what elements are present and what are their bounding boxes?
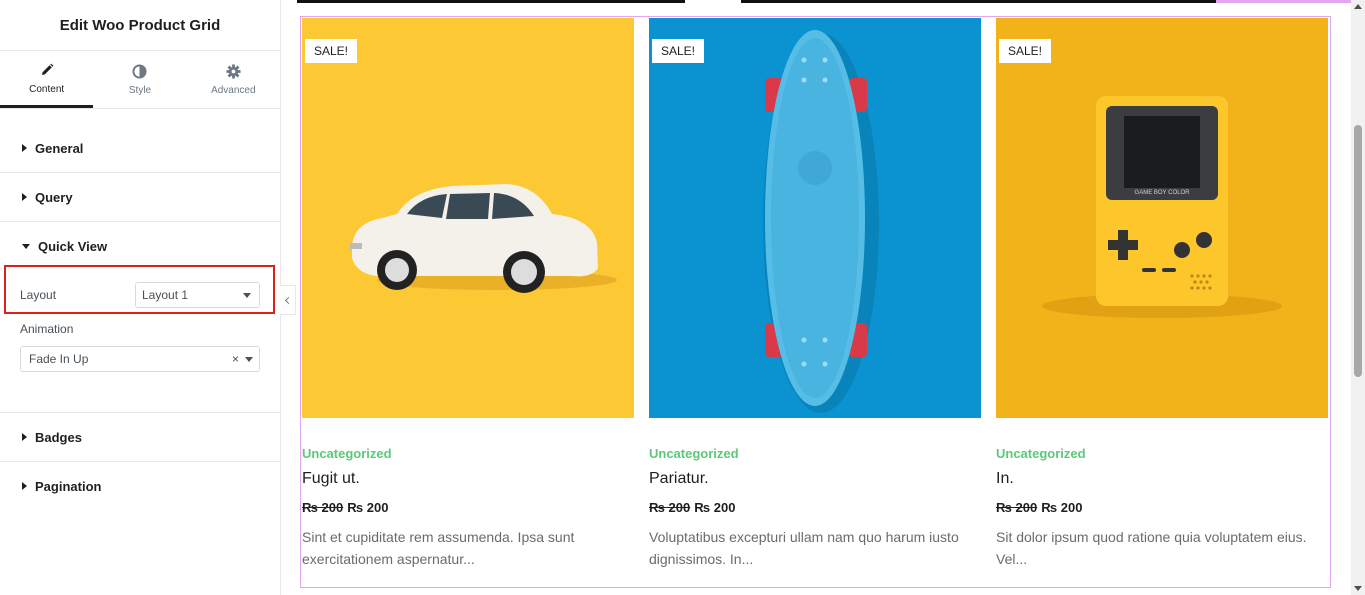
caret-down-icon bbox=[22, 243, 30, 249]
animation-label: Animation bbox=[20, 322, 74, 336]
scroll-down-icon[interactable] bbox=[1354, 586, 1362, 591]
section-query-title: Query bbox=[35, 189, 73, 205]
product-card[interactable]: GAME BOY COLOR SALE! Uncategorized In. ₨… bbox=[996, 18, 1328, 570]
sale-price: ₨ 200 bbox=[347, 500, 389, 515]
chevron-left-icon bbox=[284, 296, 293, 304]
section-query: Query bbox=[0, 173, 280, 222]
product-price: ₨ 200 ₨ 200 bbox=[996, 500, 1328, 515]
section-pagination-toggle[interactable]: Pagination bbox=[0, 462, 280, 510]
section-quick-view: Quick View Layout Layout 1 Animation Fad… bbox=[0, 222, 280, 413]
clear-icon[interactable]: × bbox=[232, 352, 239, 366]
section-pagination: Pagination bbox=[0, 462, 280, 510]
collapse-panel-button[interactable] bbox=[280, 285, 296, 315]
product-category-link[interactable]: Uncategorized bbox=[649, 446, 981, 461]
panel-title: Edit Woo Product Grid bbox=[59, 16, 221, 34]
sale-badge: SALE! bbox=[305, 39, 358, 63]
section-quick-view-title: Quick View bbox=[38, 238, 108, 254]
tab-style-label: Style bbox=[128, 85, 152, 96]
toy-car-illustration bbox=[302, 18, 634, 418]
product-title[interactable]: Fugit ut. bbox=[302, 470, 634, 488]
section-general-title: General bbox=[35, 140, 84, 156]
scroll-up-icon[interactable] bbox=[1354, 4, 1362, 9]
panel-header: Edit Woo Product Grid bbox=[0, 0, 280, 51]
sale-price: ₨ 200 bbox=[1041, 500, 1083, 515]
product-category-link[interactable]: Uncategorized bbox=[996, 446, 1328, 461]
section-general: General bbox=[0, 124, 280, 173]
vertical-scrollbar[interactable] bbox=[1351, 0, 1365, 595]
scrollbar-thumb[interactable] bbox=[1354, 125, 1362, 377]
sale-badge: SALE! bbox=[652, 39, 705, 63]
product-grid: SALE! Uncategorized Fugit ut. ₨ 200 ₨ 200… bbox=[302, 18, 1328, 570]
old-price: ₨ 200 bbox=[649, 500, 691, 515]
panel-tabs: Content Style Advanced bbox=[0, 51, 280, 109]
contrast-icon bbox=[132, 63, 148, 79]
sale-badge: SALE! bbox=[999, 39, 1052, 63]
animation-select-value: Fade In Up bbox=[29, 352, 89, 366]
tab-content[interactable]: Content bbox=[0, 51, 94, 108]
product-title[interactable]: Pariatur. bbox=[649, 470, 981, 488]
caret-right-icon bbox=[22, 144, 27, 152]
section-badges-title: Badges bbox=[35, 429, 82, 445]
tab-content-label: Content bbox=[29, 83, 65, 95]
product-grid-preview: SALE! Uncategorized Fugit ut. ₨ 200 ₨ 200… bbox=[300, 16, 1331, 588]
caret-right-icon bbox=[22, 193, 27, 201]
skateboard-illustration bbox=[649, 18, 981, 418]
old-price: ₨ 200 bbox=[302, 500, 344, 515]
skateboard-image[interactable]: SALE! bbox=[649, 18, 981, 418]
section-query-toggle[interactable]: Query bbox=[0, 173, 280, 221]
caret-right-icon bbox=[22, 482, 27, 490]
product-description: Sint et cupiditate rem assumenda. Ipsa s… bbox=[302, 529, 575, 567]
product-price: ₨ 200 ₨ 200 bbox=[302, 500, 634, 515]
product-card[interactable]: SALE! Uncategorized Fugit ut. ₨ 200 ₨ 200… bbox=[302, 18, 634, 570]
tab-advanced-label: Advanced bbox=[211, 85, 256, 96]
sale-price: ₨ 200 bbox=[694, 500, 736, 515]
layout-highlight-box bbox=[4, 265, 275, 314]
preview-top-bar bbox=[297, 0, 1352, 3]
old-price: ₨ 200 bbox=[996, 500, 1038, 515]
handheld-console-image[interactable]: GAME BOY COLOR SALE! bbox=[996, 18, 1328, 418]
pencil-icon bbox=[39, 62, 55, 78]
handheld-console-illustration: GAME BOY COLOR bbox=[996, 18, 1328, 418]
console-brand-label: GAME BOY COLOR bbox=[1135, 190, 1191, 196]
section-badges: Badges bbox=[0, 413, 280, 462]
section-pagination-title: Pagination bbox=[35, 478, 102, 494]
product-title[interactable]: In. bbox=[996, 470, 1328, 488]
caret-right-icon bbox=[22, 433, 27, 441]
animation-select[interactable]: Fade In Up × bbox=[20, 346, 260, 372]
product-description: Sit dolor ipsum quod ratione quia volupt… bbox=[996, 529, 1307, 567]
product-description: Voluptatibus excepturi ullam nam quo har… bbox=[649, 529, 959, 567]
section-quick-view-toggle[interactable]: Quick View bbox=[0, 222, 280, 270]
product-price: ₨ 200 ₨ 200 bbox=[649, 500, 981, 515]
section-badges-toggle[interactable]: Badges bbox=[0, 413, 280, 461]
product-category-link[interactable]: Uncategorized bbox=[302, 446, 634, 461]
toy-car-image[interactable]: SALE! bbox=[302, 18, 634, 418]
chevron-down-icon bbox=[245, 356, 253, 362]
tab-advanced[interactable]: Advanced bbox=[187, 51, 280, 108]
gear-icon bbox=[225, 63, 241, 79]
tab-style[interactable]: Style bbox=[93, 51, 186, 108]
section-general-toggle[interactable]: General bbox=[0, 124, 280, 172]
product-card[interactable]: SALE! Uncategorized Pariatur. ₨ 200 ₨ 200… bbox=[649, 18, 981, 570]
